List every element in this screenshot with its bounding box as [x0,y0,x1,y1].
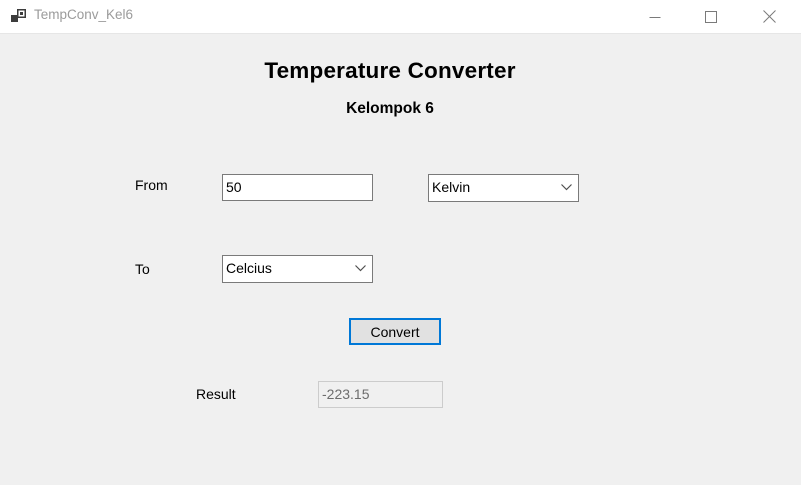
maximize-button[interactable] [688,0,734,33]
chevron-down-icon [561,184,572,191]
from-value-input[interactable]: 50 [222,174,373,201]
convert-button-label: Convert [370,323,420,340]
from-unit-select[interactable]: Kelvin [428,174,579,202]
close-icon [762,10,776,23]
page-title: Temperature Converter [264,58,516,83]
chevron-down-icon [355,265,366,272]
from-unit-value: Kelvin [432,179,471,195]
title-bar: TempConv_Kel6 [0,0,801,34]
result-label: Result [196,386,236,402]
app-icon [11,9,26,22]
maximize-icon [705,10,717,23]
minimize-button[interactable] [632,0,678,33]
window-title: TempConv_Kel6 [34,7,134,22]
close-button[interactable] [746,0,792,33]
from-label: From [135,177,168,193]
to-unit-select[interactable]: Celcius [222,255,373,283]
to-unit-value: Celcius [226,260,272,276]
result-output: -223.15 [318,381,443,408]
page-subtitle: Kelompok 6 [346,100,434,117]
convert-button[interactable]: Convert [349,318,441,345]
minimize-icon [649,16,661,18]
to-label: To [135,261,150,277]
